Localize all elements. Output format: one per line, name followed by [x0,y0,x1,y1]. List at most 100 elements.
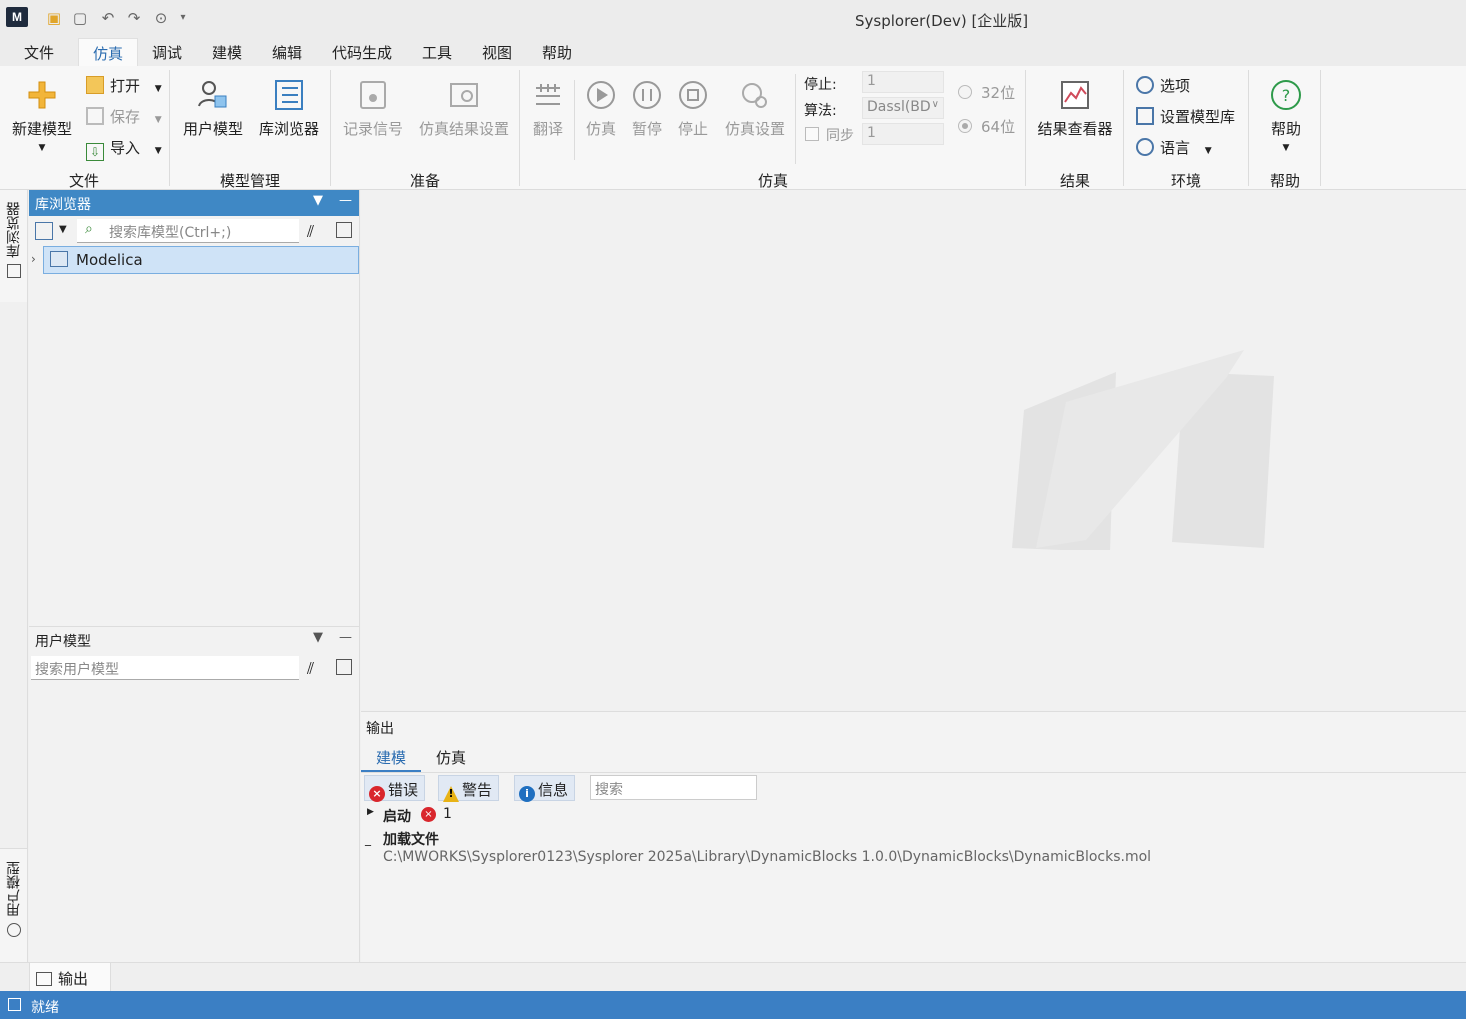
ribbon-separator [519,70,520,186]
modelica-library-icon [50,251,68,267]
stop-icon [679,81,707,109]
library-browser-button[interactable]: 库浏览器 [256,78,322,139]
menu-simulation[interactable]: 仿真 [78,38,139,66]
sim-settings-button[interactable]: 仿真设置 [722,78,788,139]
side-tab-user-model[interactable]: 用户模型 [0,848,28,962]
save-icon[interactable]: ▢ [70,8,90,28]
output-tab-modeling[interactable]: 建模 [376,747,406,768]
library-browser-header: 库浏览器 ▼ — [29,190,359,216]
group-label-file: 文件 [69,172,100,190]
tree-item-modelica[interactable]: Modelica [43,246,359,274]
tree-view-icon[interactable] [35,222,53,240]
new-model-button[interactable]: 新建模型 ▼ [8,78,76,153]
filter-info-button[interactable]: i 信息 [514,775,576,802]
chevron-right-icon[interactable]: › [31,252,36,266]
save-icon [86,107,104,125]
user-model-search-input[interactable]: 搜索用户模型 [31,656,299,680]
stop-button[interactable]: 停止 [674,78,712,139]
set-model-library-button[interactable]: 设置模型库 [1136,106,1235,127]
pause-icon [633,81,661,109]
record-signal-button[interactable]: 记录信号 [340,78,406,139]
filter-icon[interactable]: ⫽ [307,222,314,242]
filter-warning-button[interactable]: ! 警告 [438,775,500,802]
result-viewer-button[interactable]: 结果查看器 [1034,78,1116,139]
menu-file[interactable]: 文件 [24,42,54,63]
menu-codegen[interactable]: 代码生成 [332,42,392,63]
plus-icon [28,81,56,109]
pause-button[interactable]: 暂停 [628,78,666,139]
radio-64bit-label: 64位 [981,118,1016,136]
panel-menu-icon[interactable]: ▼ [313,193,323,208]
menu-modeling[interactable]: 建模 [212,42,242,63]
app-logo: M [6,7,28,27]
stop-time-input[interactable]: 1 [862,71,944,93]
watermark-logo [1012,350,1274,550]
chevron-down-icon: ∨ [931,99,939,110]
chevron-down-icon: ▼ [38,143,46,153]
chevron-down-icon[interactable]: ▼ [59,224,67,235]
menu-tools[interactable]: 工具 [422,42,452,63]
sync-label: 同步 [826,128,854,144]
user-icon [6,923,21,937]
radio-64bit[interactable] [958,119,972,133]
svg-text:?: ? [1282,86,1291,105]
menu-debug[interactable]: 调试 [152,42,182,63]
sim-result-settings-button[interactable]: 仿真结果设置 [416,78,512,139]
side-tab-strip [0,302,28,848]
collapse-all-icon[interactable] [336,659,352,675]
save-button[interactable]: 保存 ▼ [86,106,162,127]
gear-icon [1136,76,1154,94]
open-button[interactable]: 打开 ▼ [86,75,162,96]
user-model-button[interactable]: 用户模型 [180,78,246,139]
side-tab-library-browser[interactable]: 库浏览器 [0,190,28,302]
help-button[interactable]: ? 帮助 ▼ [1262,78,1310,153]
menu-bar: 文件 仿真 调试 建模 编辑 代码生成 工具 视图 帮助 [0,38,1466,66]
folder-icon [86,76,104,94]
title-bar: M ▣ ▢ ↶ ↷ ⊙ ▾ Sysplorer(Dev) [企业版] [0,0,1466,38]
bottom-tab-output[interactable]: 输出 [29,963,111,992]
status-text: 就绪 [31,1000,59,1016]
ribbon-separator [169,70,170,186]
menu-view[interactable]: 视图 [482,42,512,63]
library-icon [6,264,21,278]
play-icon [587,81,615,109]
library-icon [275,80,303,110]
translate-button[interactable]: 翻译 [528,78,568,139]
algorithm-select[interactable]: Dassl(BD ∨ [862,97,944,119]
panel-minimize-icon[interactable]: — [339,193,352,208]
language-button[interactable]: 语言 ▼ [1136,137,1212,158]
filter-error-button[interactable]: × 错误 [364,775,426,802]
sync-checkbox[interactable] [805,127,819,141]
import-icon: ⇩ [86,143,104,161]
record-signal-icon [360,81,386,109]
import-button[interactable]: ⇩ 导入 ▼ [86,137,162,161]
collapse-icon[interactable]: _ [365,832,371,846]
run-icon[interactable]: ⊙ [151,8,171,28]
simulate-button[interactable]: 仿真 [582,78,620,139]
undo-icon[interactable]: ↶ [98,8,118,28]
panel-minimize-icon[interactable]: — [339,630,352,645]
bottom-tab-strip: 输出 [0,962,1466,992]
quick-access-dropdown-icon[interactable]: ▾ [173,8,193,28]
filter-icon[interactable]: ⫽ [307,659,314,679]
library-search-input[interactable]: ⌕ 搜索库模型(Ctrl+;) [77,219,299,243]
menu-edit[interactable]: 编辑 [272,42,302,63]
panel-menu-icon[interactable]: ▼ [313,630,323,645]
chevron-down-icon: ▼ [154,84,162,94]
redo-icon[interactable]: ↷ [124,8,144,28]
chevron-right-icon[interactable]: ▶ [367,807,374,817]
output-icon [36,972,52,986]
collapse-all-icon[interactable] [336,222,352,238]
search-icon: ⌕ [85,221,93,237]
output-search-input[interactable]: 搜索 [590,775,757,800]
sync-input[interactable]: 1 [862,123,944,145]
options-button[interactable]: 选项 [1136,75,1190,96]
group-label-help: 帮助 [1270,172,1301,190]
output-tab-simulation[interactable]: 仿真 [436,747,466,768]
chevron-down-icon: ▼ [1282,143,1290,153]
menu-help[interactable]: 帮助 [542,42,572,63]
radio-32bit[interactable] [958,85,972,99]
library-browser-panel: 库浏览器 ▼ — ▼ ⌕ 搜索库模型(Ctrl+;) ⫽ › Modelica [29,190,360,626]
group-label-model-mgmt: 模型管理 [220,172,281,190]
open-folder-icon[interactable]: ▣ [44,8,64,28]
